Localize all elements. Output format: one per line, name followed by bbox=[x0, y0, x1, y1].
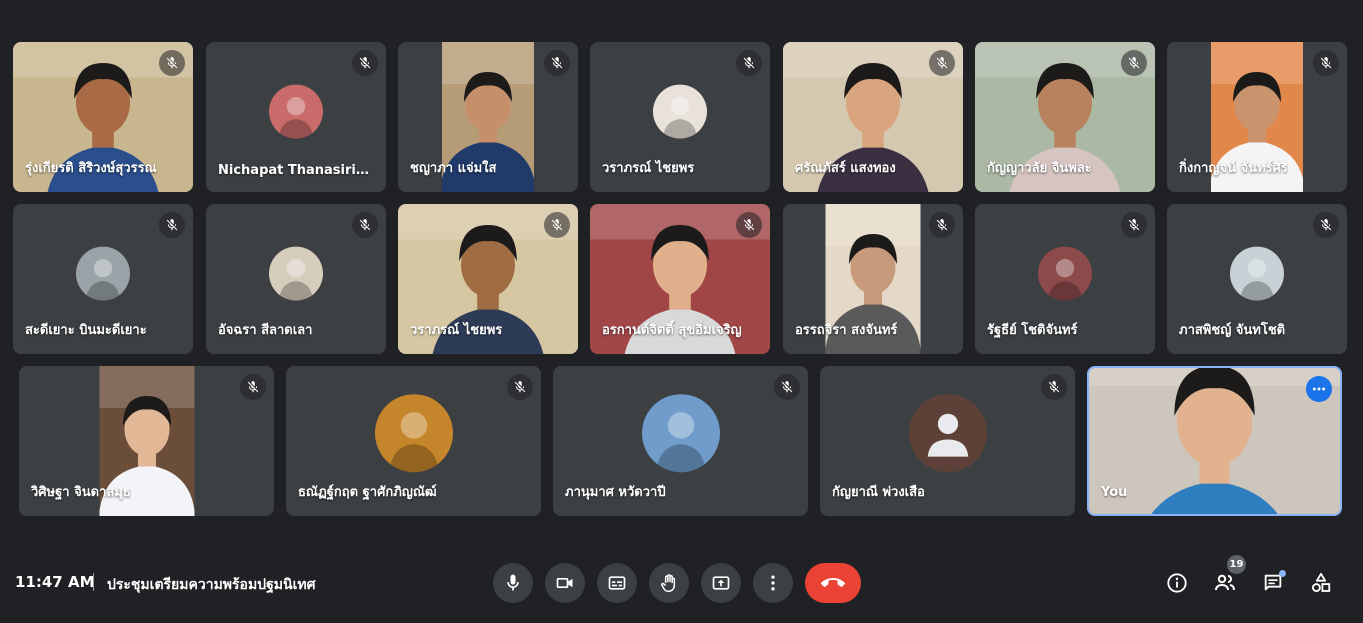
mic-off-icon bbox=[352, 212, 378, 238]
mic-off-icon bbox=[1313, 212, 1339, 238]
tile-options-button[interactable] bbox=[1306, 376, 1332, 402]
participant-avatar bbox=[1038, 246, 1092, 301]
participant-name: กัญญาวลัย จินพละ bbox=[987, 161, 1092, 176]
participant-count-badge: 19 bbox=[1227, 555, 1246, 574]
captions-icon bbox=[608, 576, 626, 590]
bottom-bar: 11:47 AM ประชุมเตรียมความพร้อมปฐมนิเทศ 1… bbox=[0, 555, 1363, 611]
participant-name: You bbox=[1101, 485, 1128, 500]
participant-tile[interactable]: ภาสพิชญ์ จันทโชติ bbox=[1167, 204, 1347, 354]
participant-avatar bbox=[269, 246, 323, 301]
activities-button[interactable] bbox=[1305, 567, 1337, 599]
mic-off-icon bbox=[1041, 374, 1067, 400]
hand-icon bbox=[661, 574, 676, 593]
participant-name: อรกานต์จิตติ์ สุขอิ่มเจริญ bbox=[602, 323, 742, 338]
mic-off-icon bbox=[736, 212, 762, 238]
raise-hand-button[interactable] bbox=[649, 563, 689, 603]
participant-tile[interactable]: กิ่งกาญจน์ จันทร์ศิริ bbox=[1167, 42, 1347, 192]
meeting-details-button[interactable] bbox=[1161, 567, 1193, 599]
participant-name: รุ่งเกียรติ สิริวงษ์สุวรรณ bbox=[25, 161, 157, 176]
mic-off-icon bbox=[240, 374, 266, 400]
participant-tile[interactable]: กัญญาวลัย จินพละ bbox=[975, 42, 1155, 192]
participant-name: วิศิษฐา จินดาสมุธ bbox=[31, 485, 131, 500]
participant-tile[interactable]: ภานุมาศ หวัดวาปี bbox=[553, 366, 808, 516]
participant-name: ชญาภา แจ่มใส bbox=[410, 161, 497, 176]
participant-name: วราภรณ์ ไชยพร bbox=[602, 161, 695, 176]
participant-tile[interactable]: สะดีเยาะ บินมะดีเยาะ bbox=[13, 204, 193, 354]
more-horiz-icon bbox=[1312, 387, 1326, 391]
mic-off-icon bbox=[159, 212, 185, 238]
camera-icon bbox=[556, 578, 573, 588]
participant-name: กิ่งกาญจน์ จันทร์ศิริ bbox=[1179, 161, 1288, 176]
mic-off-icon bbox=[507, 374, 533, 400]
mic-off-icon bbox=[1313, 50, 1339, 76]
participant-tile[interactable]: อัจฉรา สีลาดเลา bbox=[206, 204, 386, 354]
people-icon bbox=[1215, 574, 1235, 591]
participant-tile[interactable]: You bbox=[1087, 366, 1342, 516]
more-options-button[interactable] bbox=[753, 563, 793, 603]
participant-tile[interactable]: วราภรณ์ ไชยพร bbox=[590, 42, 770, 192]
end-call-icon bbox=[821, 578, 845, 587]
microphone-button[interactable] bbox=[493, 563, 533, 603]
participant-name: รัฐธีย์ โชติจันทร์ bbox=[987, 323, 1078, 338]
mic-off-icon bbox=[929, 50, 955, 76]
mic-off-icon bbox=[1121, 212, 1147, 238]
captions-button[interactable] bbox=[597, 563, 637, 603]
mic-off-icon bbox=[544, 50, 570, 76]
participant-avatar bbox=[641, 394, 720, 473]
participant-name: ภานุมาศ หวัดวาปี bbox=[565, 485, 666, 500]
participant-name: กัญยาณี พ่วงเสือ bbox=[832, 485, 925, 500]
microphone-icon bbox=[507, 574, 519, 591]
participant-avatar bbox=[76, 246, 130, 301]
more-vert-icon bbox=[771, 575, 775, 591]
participant-tile[interactable]: ธณัฏฐ์กฤต ฐาศักภิญณัฒ์ bbox=[286, 366, 541, 516]
mic-off-icon bbox=[352, 50, 378, 76]
mic-off-icon bbox=[544, 212, 570, 238]
participant-name: อรรถจิรา สงจันทร์ bbox=[795, 323, 898, 338]
mic-off-icon bbox=[929, 212, 955, 238]
participant-name: สะดีเยาะ บินมะดีเยาะ bbox=[25, 323, 147, 338]
mic-off-icon bbox=[736, 50, 762, 76]
participant-tile[interactable]: Nichapat Thanasiriyur... bbox=[206, 42, 386, 192]
default-avatar-icon bbox=[908, 394, 987, 473]
info-icon bbox=[1167, 573, 1187, 593]
mic-off-icon bbox=[774, 374, 800, 400]
participant-tile[interactable]: วราภรณ์ ไชยพร bbox=[398, 204, 578, 354]
divider bbox=[93, 573, 94, 591]
chat-notification-dot bbox=[1279, 570, 1286, 577]
shapes-icon bbox=[1312, 572, 1331, 592]
participant-name: ภาสพิชญ์ จันทโชติ bbox=[1179, 323, 1286, 338]
participant-tile[interactable]: วิศิษฐา จินดาสมุธ bbox=[19, 366, 274, 516]
participant-name: วราภรณ์ ไชยพร bbox=[410, 323, 503, 338]
participant-name: อัจฉรา สีลาดเลา bbox=[218, 323, 313, 338]
participant-tile[interactable]: อรกานต์จิตติ์ สุขอิ่มเจริญ bbox=[590, 204, 770, 354]
participant-tile[interactable]: ชญาภา แจ่มใส bbox=[398, 42, 578, 192]
participant-tile[interactable]: อรรถจิรา สงจันทร์ bbox=[783, 204, 963, 354]
present-screen-icon bbox=[712, 576, 730, 590]
present-button[interactable] bbox=[701, 563, 741, 603]
participant-avatar bbox=[374, 394, 453, 473]
participant-avatar bbox=[1230, 246, 1284, 301]
mic-off-icon bbox=[1121, 50, 1147, 76]
camera-button[interactable] bbox=[545, 563, 585, 603]
participant-tile[interactable]: กัญยาณี พ่วงเสือ bbox=[820, 366, 1075, 516]
participant-tile[interactable]: รุ่งเกียรติ สิริวงษ์สุวรรณ bbox=[13, 42, 193, 192]
participant-avatar bbox=[653, 84, 707, 139]
mic-off-icon bbox=[159, 50, 185, 76]
participant-tile[interactable]: รัฐธีย์ โชติจันทร์ bbox=[975, 204, 1155, 354]
leave-call-button[interactable] bbox=[805, 563, 861, 603]
participant-name: ธณัฏฐ์กฤต ฐาศักภิญณัฒ์ bbox=[298, 485, 437, 500]
participant-avatar bbox=[269, 84, 323, 139]
participant-name: Nichapat Thanasiriyur... bbox=[218, 163, 374, 178]
participant-tile[interactable]: ศรัณภัสร์ แสงทอง bbox=[783, 42, 963, 192]
clock: 11:47 AM bbox=[15, 573, 95, 591]
participant-name: ศรัณภัสร์ แสงทอง bbox=[795, 161, 896, 176]
meeting-title: ประชุมเตรียมความพร้อมปฐมนิเทศ bbox=[107, 577, 316, 593]
